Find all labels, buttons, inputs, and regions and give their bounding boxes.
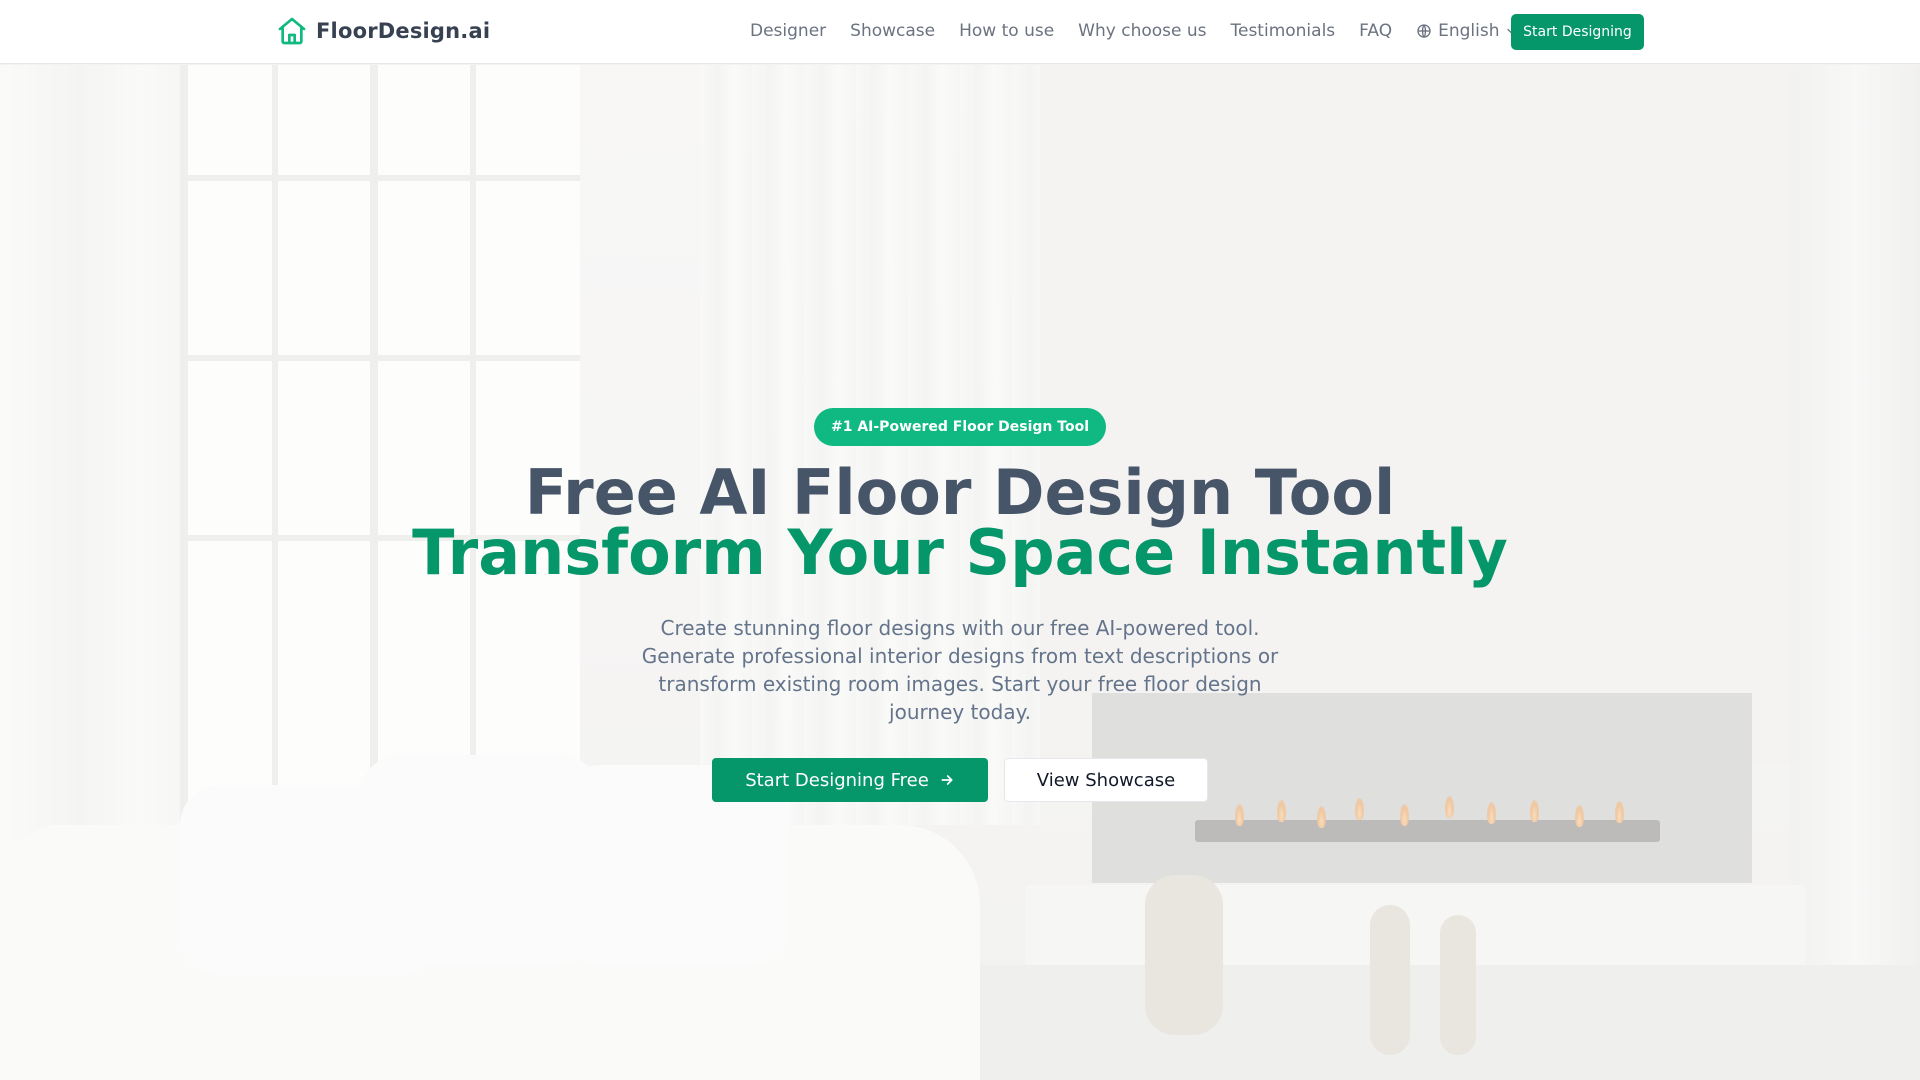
nav-link-faq[interactable]: FAQ	[1359, 21, 1392, 41]
hero-section: #1 AI-Powered Floor Design Tool Free AI …	[0, 0, 1920, 1080]
house-icon	[278, 17, 306, 45]
nav-link-why-choose-us[interactable]: Why choose us	[1078, 21, 1206, 41]
site-header: FloorDesign.ai Designer Showcase How to …	[0, 0, 1920, 64]
nav-link-testimonials[interactable]: Testimonials	[1231, 21, 1336, 41]
nav-link-how-to-use[interactable]: How to use	[959, 21, 1054, 41]
hero-badge: #1 AI-Powered Floor Design Tool	[814, 408, 1106, 446]
header-start-designing-button[interactable]: Start Designing	[1511, 14, 1644, 50]
nav-link-designer[interactable]: Designer	[750, 21, 826, 41]
hero-title-line-2: Transform Your Space Instantly	[412, 516, 1508, 589]
nav-link-showcase[interactable]: Showcase	[850, 21, 935, 41]
main-nav: Designer Showcase How to use Why choose …	[750, 14, 1543, 48]
language-selector[interactable]: English	[1416, 21, 1517, 41]
arrow-right-icon	[941, 775, 953, 785]
hero-subtitle: Create stunning floor designs with our f…	[641, 616, 1279, 724]
start-designing-free-label: Start Designing Free	[745, 769, 929, 791]
brand-logo-link[interactable]: FloorDesign.ai	[276, 14, 490, 48]
language-label: English	[1438, 21, 1500, 41]
hero-title-line-1: Free AI Floor Design Tool	[524, 456, 1396, 529]
brand-name: FloorDesign.ai	[316, 19, 491, 43]
view-showcase-button[interactable]: View Showcase	[1004, 758, 1208, 802]
globe-icon	[1417, 24, 1431, 38]
start-designing-free-button[interactable]: Start Designing Free	[712, 758, 988, 802]
